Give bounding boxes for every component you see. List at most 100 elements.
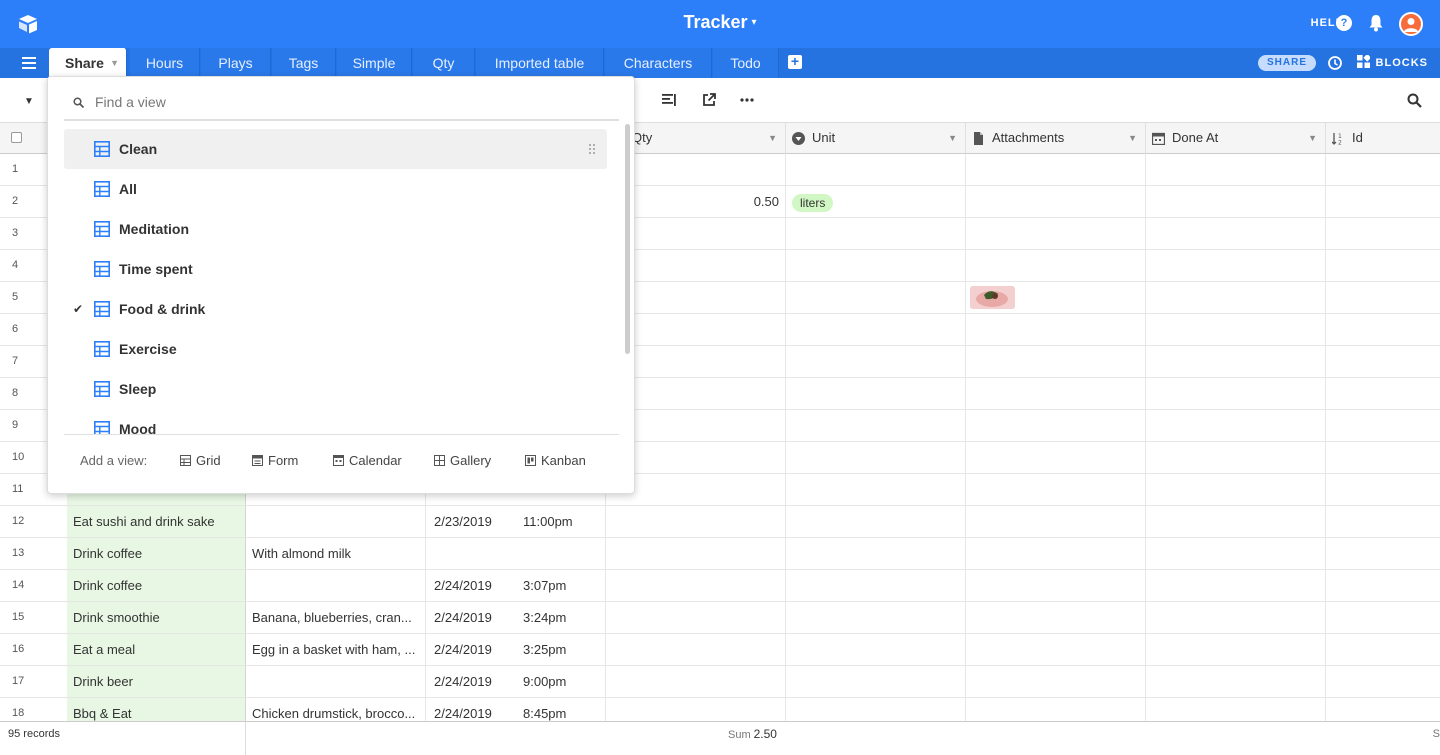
view-item[interactable]: ✔ Food & drink [64, 289, 607, 329]
done-at-cell[interactable] [1146, 410, 1326, 441]
done-at-cell[interactable] [1146, 538, 1326, 569]
share-button[interactable]: SHARE [1257, 55, 1316, 71]
view-search-input[interactable] [95, 91, 595, 113]
blocks-button[interactable]: BLOCKS [1356, 55, 1428, 69]
id-cell[interactable] [1326, 378, 1440, 409]
unit-cell[interactable] [786, 570, 966, 601]
tab-share[interactable]: Share ▼ [49, 48, 127, 78]
view-item[interactable]: All [64, 169, 607, 209]
view-item[interactable]: Sleep [64, 369, 607, 409]
id-cell[interactable] [1326, 410, 1440, 441]
view-item[interactable]: Mood [64, 409, 607, 435]
tab-imported-table[interactable]: Imported table [476, 48, 604, 78]
add-table-icon[interactable]: + [788, 54, 802, 69]
table-row[interactable]: 13 Drink coffee With almond milk [0, 538, 1440, 570]
tab-simple[interactable]: Simple [337, 48, 412, 78]
done-at-cell[interactable] [1146, 634, 1326, 665]
qty-sum[interactable]: Sum 2.50 [728, 727, 777, 741]
column-menu-caret-icon[interactable]: ▼ [1128, 123, 1137, 153]
id-cell[interactable] [1326, 634, 1440, 665]
done-at-cell[interactable] [1146, 666, 1326, 697]
tab-caret-icon[interactable]: ▼ [110, 48, 119, 78]
attachments-cell[interactable] [966, 186, 1146, 217]
user-avatar[interactable] [1399, 12, 1423, 36]
time-cell[interactable]: 3:24pm [516, 602, 606, 633]
qty-cell[interactable] [606, 506, 786, 537]
done-at-cell[interactable] [1146, 474, 1326, 505]
unit-cell[interactable] [786, 410, 966, 441]
done-at-cell[interactable] [1146, 442, 1326, 473]
column-menu-caret-icon[interactable]: ▼ [948, 123, 957, 153]
attachments-cell[interactable] [966, 570, 1146, 601]
unit-cell[interactable] [786, 538, 966, 569]
view-switcher-caret-icon[interactable]: ▼ [24, 96, 34, 107]
more-options-icon[interactable] [739, 92, 755, 108]
done-at-cell[interactable] [1146, 186, 1326, 217]
attachments-cell[interactable] [966, 314, 1146, 345]
done-at-cell[interactable] [1146, 218, 1326, 249]
qty-cell[interactable] [606, 538, 786, 569]
qty-cell[interactable] [606, 634, 786, 665]
id-cell[interactable] [1326, 154, 1440, 185]
unit-cell[interactable] [786, 442, 966, 473]
qty-cell[interactable] [606, 602, 786, 633]
add-view-grid-button[interactable]: Grid [180, 453, 221, 468]
add-view-form-button[interactable]: Form [252, 453, 298, 468]
attachments-cell[interactable] [966, 410, 1146, 441]
id-cell[interactable] [1326, 442, 1440, 473]
done-at-cell[interactable] [1146, 570, 1326, 601]
unit-cell[interactable] [786, 378, 966, 409]
id-cell[interactable] [1326, 570, 1440, 601]
attachment-thumbnail[interactable] [970, 286, 1015, 309]
attachments-cell[interactable] [966, 666, 1146, 697]
attachments-cell[interactable] [966, 538, 1146, 569]
view-item[interactable]: Time spent [64, 249, 607, 289]
id-cell[interactable] [1326, 186, 1440, 217]
attachments-cell[interactable] [966, 218, 1146, 249]
history-icon[interactable] [1327, 55, 1343, 71]
unit-cell[interactable] [786, 634, 966, 665]
name-cell[interactable]: Drink coffee [67, 570, 246, 601]
view-item[interactable]: Meditation [64, 209, 607, 249]
notes-cell[interactable] [246, 570, 426, 601]
unit-cell[interactable]: liters [786, 186, 966, 217]
done-at-cell[interactable] [1146, 378, 1326, 409]
table-row[interactable]: 15 Drink smoothie Banana, blueberries, cra… [0, 602, 1440, 634]
tab-plays[interactable]: Plays [201, 48, 271, 78]
notes-cell[interactable]: With almond milk [246, 538, 426, 569]
id-cell[interactable] [1326, 474, 1440, 505]
time-cell[interactable]: 11:00pm [516, 506, 606, 537]
row-height-icon[interactable] [661, 92, 677, 108]
date-cell[interactable]: 2/24/2019 [426, 602, 516, 633]
tab-tags[interactable]: Tags [272, 48, 336, 78]
add-view-calendar-button[interactable]: Calendar [333, 453, 402, 468]
unit-cell[interactable] [786, 602, 966, 633]
attachments-cell[interactable] [966, 346, 1146, 377]
name-cell[interactable]: Drink smoothie [67, 602, 246, 633]
select-all-checkbox[interactable] [11, 132, 22, 143]
done-at-cell[interactable] [1146, 602, 1326, 633]
date-cell[interactable] [426, 538, 516, 569]
done-at-cell[interactable] [1146, 282, 1326, 313]
name-cell[interactable]: Drink coffee [67, 538, 246, 569]
unit-cell[interactable] [786, 250, 966, 281]
id-cell[interactable] [1326, 282, 1440, 313]
column-header-unit[interactable]: Unit ▼ [786, 123, 966, 154]
notes-cell[interactable] [246, 506, 426, 537]
time-cell[interactable]: 9:00pm [516, 666, 606, 697]
share-view-icon[interactable] [701, 92, 717, 108]
base-title[interactable]: Tracker ▾ [0, 12, 1440, 33]
view-item[interactable]: Clean [64, 129, 607, 169]
id-cell[interactable] [1326, 666, 1440, 697]
date-cell[interactable]: 2/24/2019 [426, 666, 516, 697]
unit-cell[interactable] [786, 474, 966, 505]
tab-qty[interactable]: Qty [413, 48, 475, 78]
done-at-cell[interactable] [1146, 506, 1326, 537]
id-cell[interactable] [1326, 314, 1440, 345]
table-row[interactable]: 17 Drink beer 2/24/2019 9:00pm [0, 666, 1440, 698]
column-header-id[interactable]: 12 Id [1326, 123, 1440, 154]
id-cell[interactable] [1326, 218, 1440, 249]
column-menu-caret-icon[interactable]: ▼ [1308, 123, 1317, 153]
attachments-cell[interactable] [966, 474, 1146, 505]
tab-characters[interactable]: Characters [605, 48, 712, 78]
